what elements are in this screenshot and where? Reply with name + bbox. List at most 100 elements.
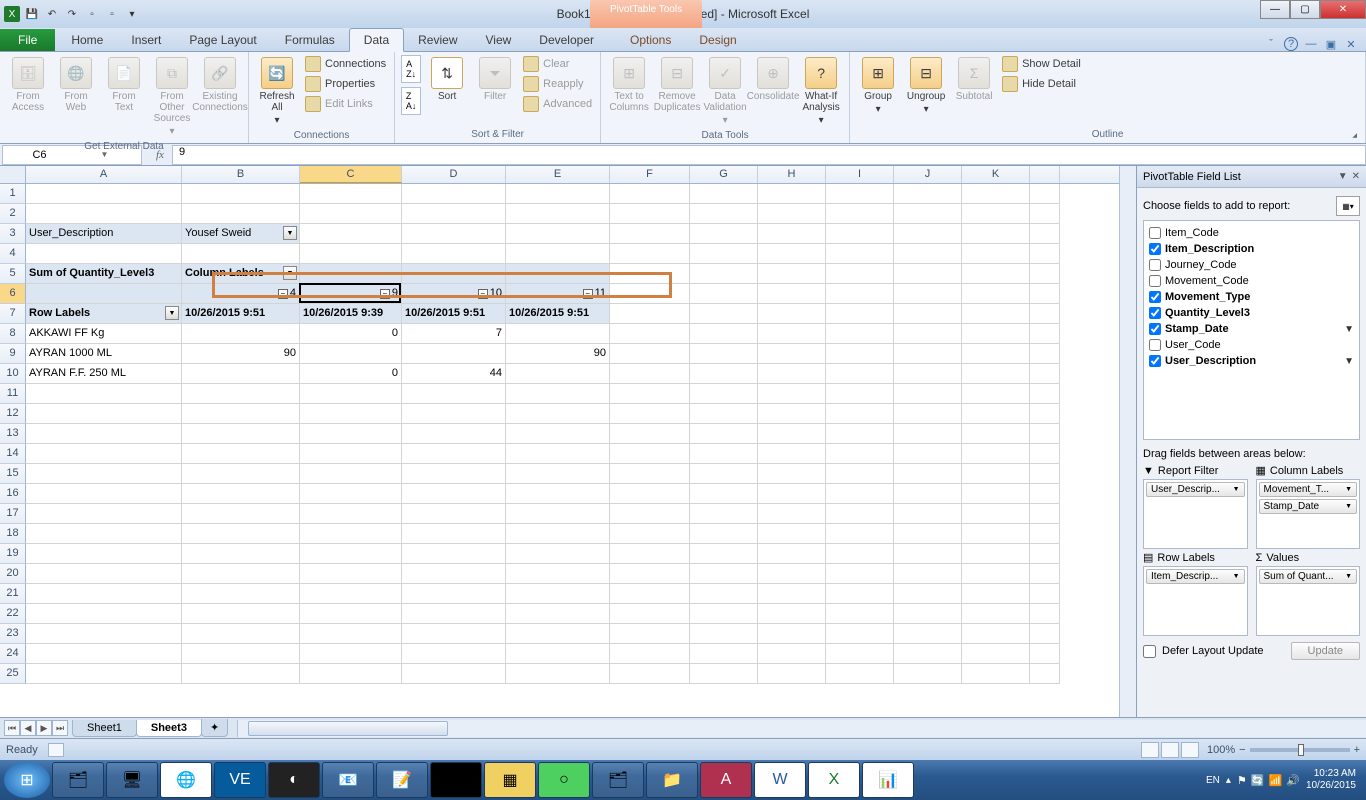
cell[interactable] — [962, 364, 1030, 384]
redo-icon[interactable]: ↷ — [64, 6, 80, 22]
cell[interactable] — [758, 604, 826, 624]
chip-dropdown-icon[interactable]: ▼ — [1345, 503, 1352, 510]
report-filter-area[interactable]: User_Descrip...▼ — [1143, 479, 1248, 549]
cell[interactable] — [1030, 204, 1060, 224]
cell[interactable] — [758, 464, 826, 484]
cell[interactable] — [1030, 384, 1060, 404]
cell[interactable] — [182, 504, 300, 524]
cell[interactable]: 0 — [300, 364, 402, 384]
normal-view-icon[interactable] — [1141, 742, 1159, 758]
field-checkbox[interactable] — [1149, 291, 1161, 303]
cell[interactable] — [894, 484, 962, 504]
cell[interactable] — [300, 484, 402, 504]
cell[interactable] — [962, 604, 1030, 624]
cell[interactable] — [506, 424, 610, 444]
insert-tab[interactable]: Insert — [117, 29, 175, 51]
cell[interactable]: AYRAN 1000 ML — [26, 344, 182, 364]
cell[interactable] — [300, 384, 402, 404]
sheet-tab-sheet3[interactable]: Sheet3 — [136, 720, 202, 737]
cell[interactable] — [690, 304, 758, 324]
macro-record-icon[interactable] — [48, 743, 64, 757]
cell[interactable] — [1030, 304, 1060, 324]
field-item[interactable]: Movement_Code — [1148, 273, 1355, 289]
row-header[interactable]: 5 — [0, 264, 26, 284]
row-header[interactable]: 9 — [0, 344, 26, 364]
field-checkbox[interactable] — [1149, 227, 1161, 239]
cell[interactable] — [690, 184, 758, 204]
cell[interactable]: 7 — [402, 324, 506, 344]
cell[interactable] — [610, 324, 690, 344]
task-item[interactable]: VE — [214, 762, 266, 798]
task-item[interactable]: ◐ — [268, 762, 320, 798]
cell[interactable] — [894, 384, 962, 404]
minimize-ribbon-icon[interactable]: ˇ — [1264, 37, 1278, 51]
prev-sheet-icon[interactable]: ◀ — [20, 720, 36, 736]
cell[interactable] — [26, 484, 182, 504]
cell[interactable] — [894, 644, 962, 664]
cell[interactable] — [962, 304, 1030, 324]
cell[interactable] — [894, 324, 962, 344]
cell[interactable] — [300, 204, 402, 224]
page-break-view-icon[interactable] — [1181, 742, 1199, 758]
pivot-pane-dropdown-icon[interactable]: ▼ — [1338, 171, 1348, 182]
task-item[interactable]: 🌐 — [160, 762, 212, 798]
field-checkbox[interactable] — [1149, 339, 1161, 351]
cell[interactable] — [826, 344, 894, 364]
cell[interactable] — [182, 244, 300, 264]
cell[interactable] — [1030, 404, 1060, 424]
cell[interactable] — [26, 444, 182, 464]
cell[interactable] — [962, 464, 1030, 484]
task-item[interactable]: 📁 — [646, 762, 698, 798]
cell[interactable] — [826, 324, 894, 344]
vertical-scrollbar[interactable] — [1119, 166, 1136, 717]
cell[interactable] — [402, 244, 506, 264]
cell[interactable] — [402, 264, 506, 284]
cell[interactable] — [690, 544, 758, 564]
row-header[interactable]: 15 — [0, 464, 26, 484]
cell[interactable] — [506, 624, 610, 644]
cell[interactable] — [1030, 344, 1060, 364]
workbook-close-icon[interactable]: ✕ — [1344, 37, 1358, 51]
cell[interactable] — [758, 624, 826, 644]
cell[interactable] — [300, 624, 402, 644]
qat-icon-1[interactable]: ▫ — [84, 6, 100, 22]
cell[interactable] — [610, 264, 690, 284]
col-header[interactable]: K — [962, 166, 1030, 183]
cell[interactable] — [1030, 444, 1060, 464]
cell[interactable] — [962, 284, 1030, 304]
col-header[interactable]: B — [182, 166, 300, 183]
cell[interactable] — [506, 524, 610, 544]
cell[interactable] — [26, 384, 182, 404]
cell[interactable] — [1030, 664, 1060, 684]
save-icon[interactable]: 💾 — [24, 6, 40, 22]
cell[interactable]: Sum of Quantity_Level3 — [26, 264, 182, 284]
chip-dropdown-icon[interactable]: ▼ — [1345, 486, 1352, 493]
cell[interactable] — [826, 664, 894, 684]
cell[interactable] — [894, 604, 962, 624]
cell[interactable] — [182, 324, 300, 344]
tray-sync-icon[interactable]: 🔄 — [1251, 774, 1265, 787]
cell[interactable] — [894, 244, 962, 264]
cell[interactable] — [402, 504, 506, 524]
cell[interactable]: 10/26/2015 9:51 — [182, 304, 300, 324]
cell[interactable] — [610, 404, 690, 424]
task-item[interactable]: A — [700, 762, 752, 798]
existing-connections-button[interactable]: 🔗Existing Connections — [198, 55, 242, 115]
cell[interactable] — [26, 664, 182, 684]
clear-button[interactable]: Clear — [521, 55, 594, 73]
row-labels-area[interactable]: Item_Descrip...▼ — [1143, 566, 1248, 636]
cell[interactable] — [26, 564, 182, 584]
cell[interactable] — [758, 664, 826, 684]
cell[interactable] — [26, 624, 182, 644]
cell[interactable] — [300, 644, 402, 664]
cell[interactable] — [1030, 544, 1060, 564]
cell[interactable] — [182, 524, 300, 544]
cell[interactable] — [758, 184, 826, 204]
row-header[interactable]: 11 — [0, 384, 26, 404]
view-tab[interactable]: View — [472, 29, 526, 51]
cell[interactable] — [182, 384, 300, 404]
cell[interactable] — [894, 524, 962, 544]
cell[interactable] — [610, 624, 690, 644]
file-tab[interactable]: File — [0, 29, 55, 51]
cell[interactable] — [826, 444, 894, 464]
